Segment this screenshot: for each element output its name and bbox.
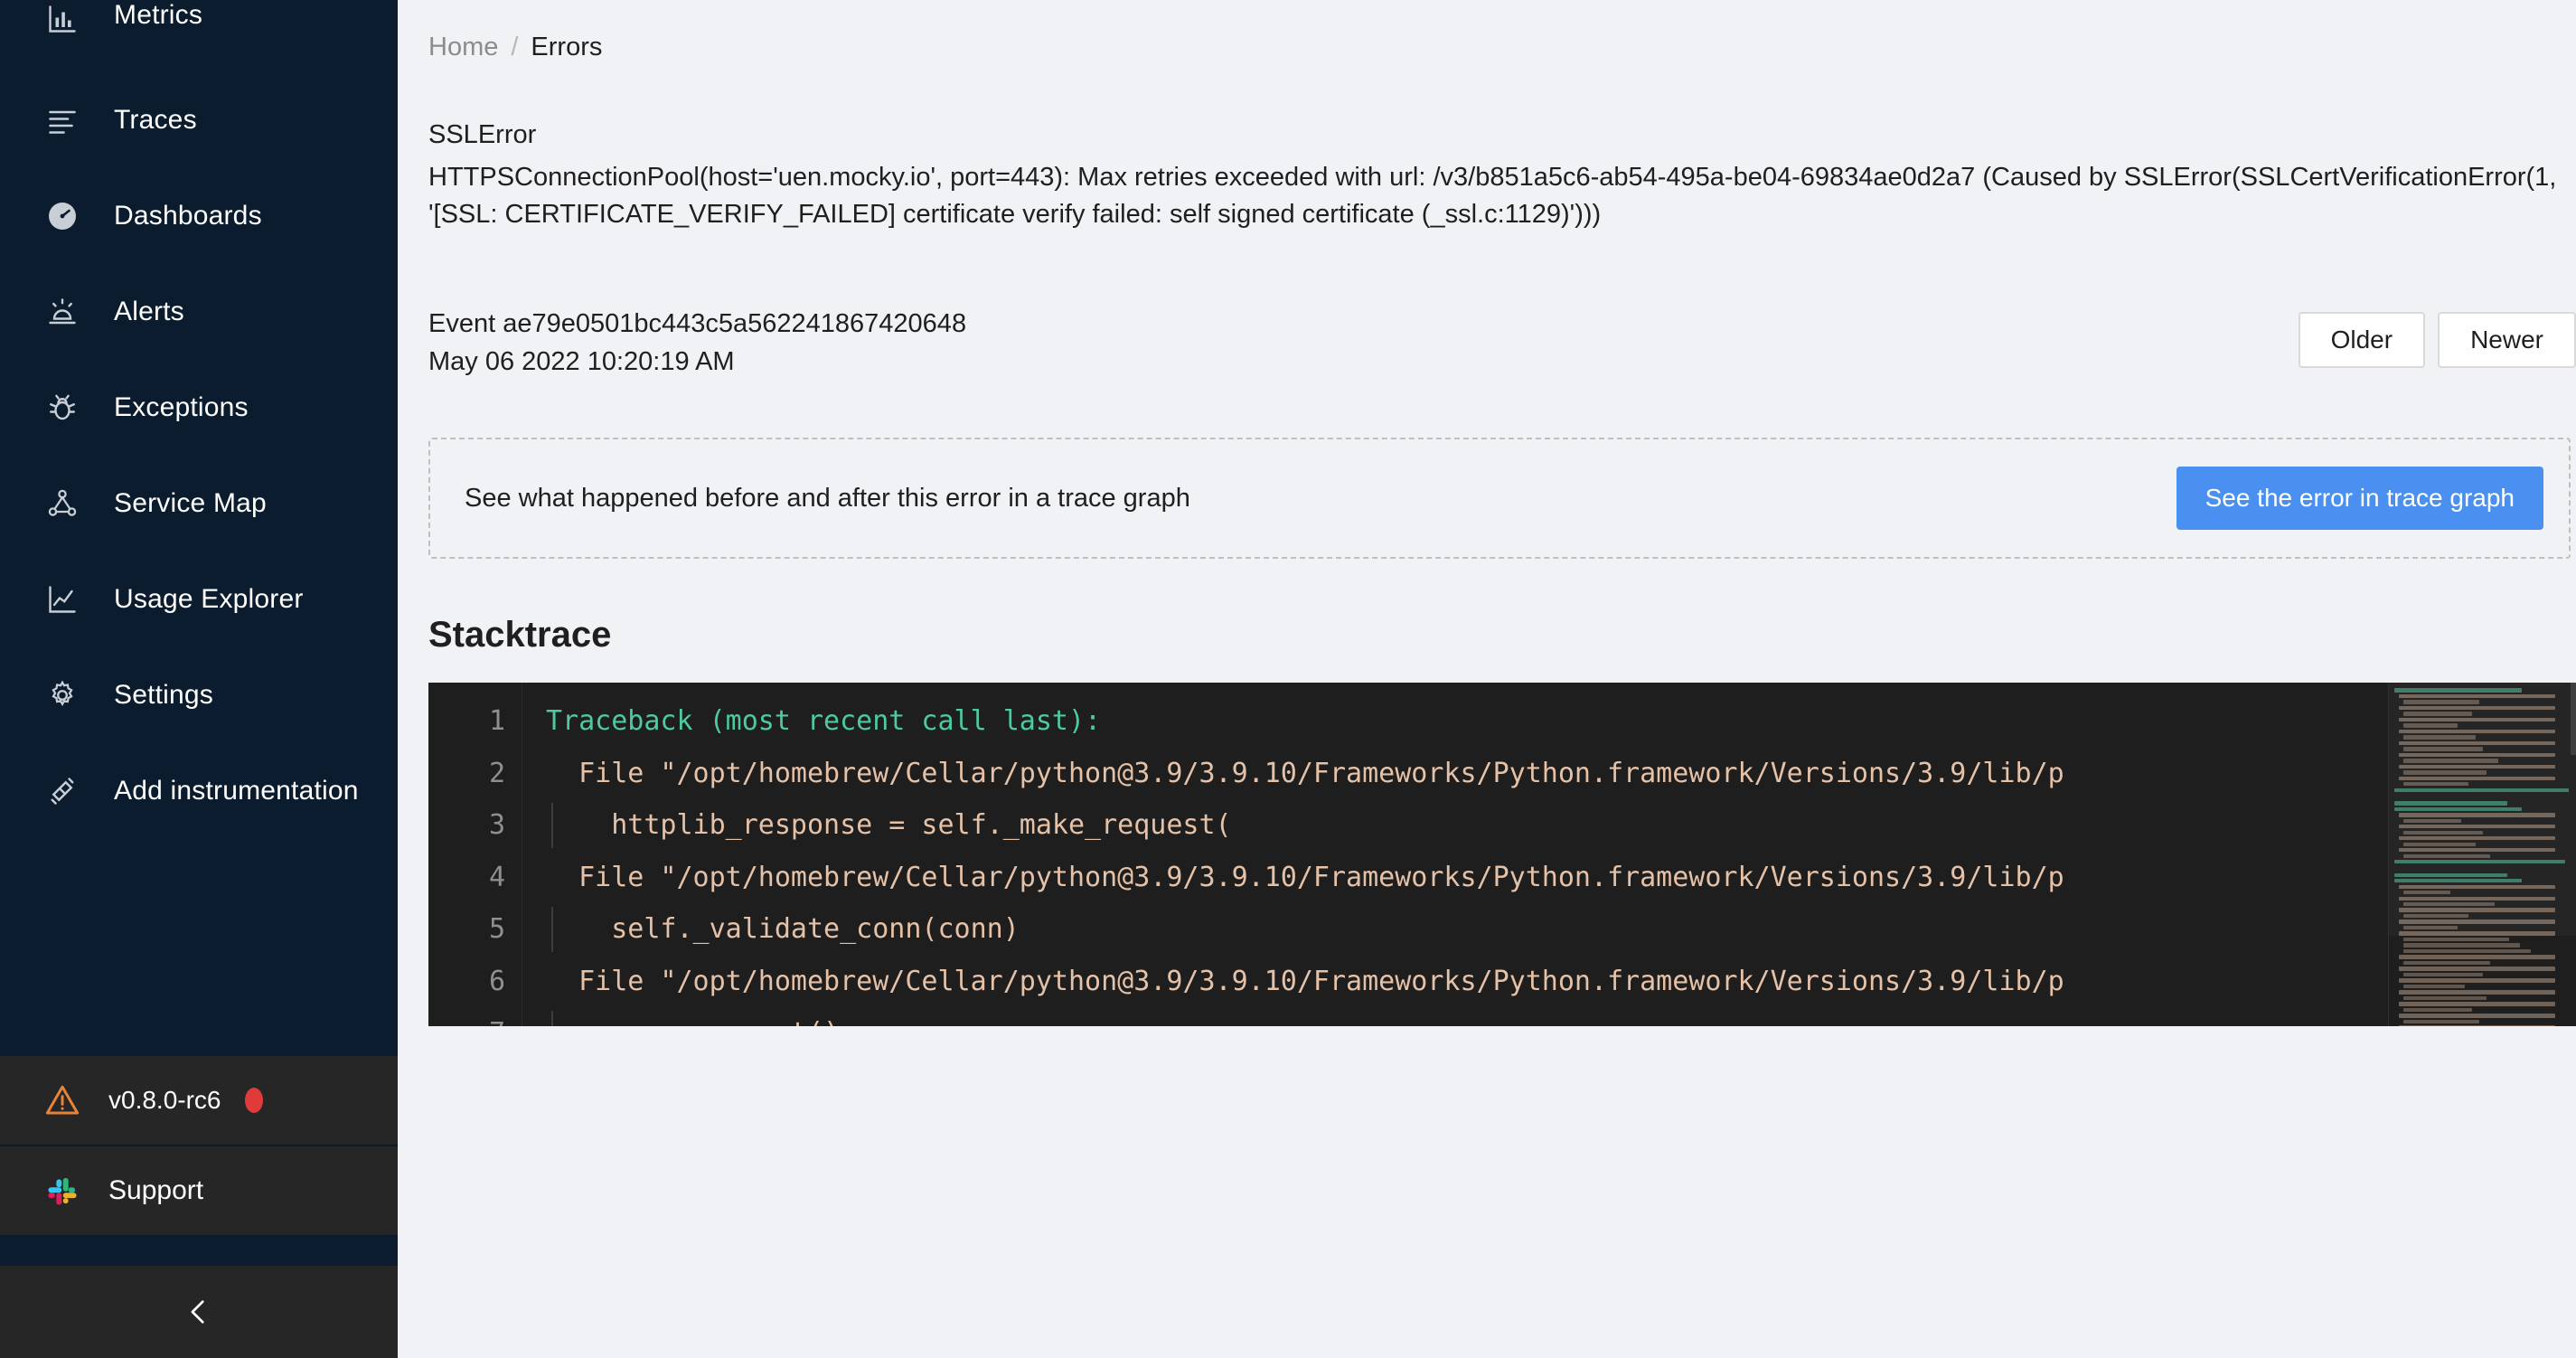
sidebar-divider — [0, 1235, 398, 1266]
breadcrumb: Home / Errors — [428, 0, 2576, 62]
code-minimap-line — [2399, 978, 2555, 983]
error-description: HTTPSConnectionPool(host='uen.mocky.io',… — [428, 163, 2557, 230]
code-line-number: 5 — [488, 913, 505, 946]
code-minimap-slider[interactable] — [2389, 683, 2576, 936]
sidebar-item-alerts[interactable]: Alerts — [0, 264, 398, 360]
code-minimap-line — [2403, 995, 2487, 1001]
code-line-number: 6 — [488, 965, 505, 997]
code-minimap-line — [2399, 955, 2555, 959]
event-id: Event ae79e0501bc443c5a562241867420648 — [428, 308, 967, 338]
code-minimap-line — [2399, 990, 2555, 995]
node-graph-icon — [43, 485, 81, 523]
sidebar-item-label: Dashboards — [114, 201, 262, 231]
code-line-number: 2 — [488, 757, 505, 789]
code-minimap-line — [2403, 960, 2491, 966]
sidebar-item-usage-explorer[interactable]: Usage Explorer — [0, 552, 398, 647]
chevron-left-icon — [183, 1297, 214, 1327]
code-minimap-line — [2399, 1014, 2555, 1018]
event-pager: Older Newer — [2298, 305, 2576, 368]
gauge-icon — [43, 197, 81, 235]
newer-button[interactable]: Newer — [2438, 311, 2576, 368]
sidebar-item-traces[interactable]: Traces — [0, 72, 398, 168]
sidebar-item-settings[interactable]: Settings — [0, 647, 398, 743]
list-lines-icon — [43, 101, 81, 139]
gear-icon — [43, 676, 81, 714]
stacktrace-heading: Stacktrace — [428, 615, 612, 655]
update-available-badge — [244, 1088, 263, 1113]
event-meta: Event ae79e0501bc443c5a562241867420648 M… — [428, 305, 966, 382]
sidebar-item-label: Usage Explorer — [114, 584, 304, 614]
sidebar-nav: Metrics Traces Dashboards Alerts Excepti… — [0, 0, 398, 839]
code-line: httplib_response = self._make_request( — [546, 799, 2576, 852]
sidebar-item-label: Traces — [114, 105, 197, 135]
code-line: conn.connect() — [546, 1007, 2576, 1027]
code-minimap[interactable] — [2388, 683, 2576, 1027]
version-row[interactable]: v0.8.0-rc6 — [0, 1056, 398, 1145]
code-line-number: 7 — [428, 1007, 522, 1026]
breadcrumb-home-link[interactable]: Home — [428, 33, 498, 62]
code-minimap-line — [2399, 967, 2555, 971]
error-title: SSLError — [428, 120, 537, 149]
breadcrumb-separator: / — [511, 33, 519, 61]
code-minimap-line — [2403, 937, 2509, 942]
older-button[interactable]: Older — [2298, 311, 2426, 368]
sidebar-item-service-map[interactable]: Service Map — [0, 456, 398, 552]
code-line: self._validate_conn(conn) — [546, 903, 2576, 956]
line-chart-icon — [43, 580, 81, 618]
siren-icon — [43, 293, 81, 331]
trace-banner-text: See what happened before and after this … — [465, 483, 1190, 513]
event-timestamp: May 06 2022 10:20:19 AM — [428, 347, 735, 377]
error-summary: SSLError HTTPSConnectionPool(host='uen.m… — [428, 117, 2576, 234]
sidebar-collapse-button[interactable] — [0, 1266, 398, 1358]
sidebar-item-label: Settings — [114, 680, 213, 710]
code-line: Traceback (most recent call last): — [546, 705, 1102, 738]
code-minimap-line — [2403, 1019, 2480, 1024]
code-lines[interactable]: Traceback (most recent call last): File … — [522, 683, 2576, 1027]
stacktrace-code-block[interactable]: 123456789101112 Traceback (most recent c… — [428, 683, 2576, 1027]
code-vertical-scrollbar[interactable] — [2571, 683, 2576, 756]
sidebar-item-label: Add instrumentation — [114, 776, 359, 806]
support-row[interactable]: Support — [0, 1145, 398, 1235]
code-minimap-line — [2399, 1025, 2555, 1027]
code-minimap-line — [2399, 1002, 2555, 1006]
code-line: File "/opt/homebrew/Cellar/python@3.9/3.… — [546, 757, 2064, 789]
sidebar-item-add-instrumentation[interactable]: Add instrumentation — [0, 743, 398, 839]
bar-chart-icon — [43, 0, 81, 38]
code-line: File "/opt/homebrew/Cellar/python@3.9/3.… — [546, 965, 2064, 997]
sidebar-footer: v0.8.0-rc6 Support — [0, 1056, 398, 1358]
breadcrumb-current: Errors — [531, 33, 603, 61]
app-root: Metrics Traces Dashboards Alerts Excepti… — [0, 0, 2576, 1358]
code-minimap-line — [2403, 972, 2484, 977]
code-minimap-line — [2403, 1007, 2473, 1013]
trace-graph-banner: See what happened before and after this … — [428, 438, 2571, 560]
code-line-number: 3 — [488, 809, 505, 842]
code-line-numbers: 123456789101112 — [428, 683, 522, 1027]
sidebar-item-dashboards[interactable]: Dashboards — [0, 168, 398, 264]
sidebar-item-label: Exceptions — [114, 392, 249, 422]
warning-triangle-icon — [43, 1081, 81, 1119]
plug-icon — [43, 772, 81, 810]
main-content: Home / Errors SSLError HTTPSConnectionPo… — [398, 0, 2576, 1358]
support-label: Support — [108, 1175, 204, 1205]
sidebar-item-label: Service Map — [114, 488, 267, 518]
sidebar-item-metrics[interactable]: Metrics — [0, 0, 398, 72]
see-error-in-trace-graph-button[interactable]: See the error in trace graph — [2176, 467, 2543, 531]
version-label: v0.8.0-rc6 — [108, 1086, 221, 1114]
code-minimap-line — [2403, 984, 2466, 989]
code-line: File "/opt/homebrew/Cellar/python@3.9/3.… — [546, 861, 2064, 893]
sidebar-item-label: Metrics — [114, 0, 203, 30]
bug-icon — [43, 389, 81, 427]
code-line-number: 1 — [488, 705, 505, 738]
sidebar: Metrics Traces Dashboards Alerts Excepti… — [0, 0, 398, 1358]
sidebar-item-exceptions[interactable]: Exceptions — [0, 360, 398, 456]
slack-icon — [43, 1172, 81, 1210]
code-minimap-line — [2403, 943, 2520, 948]
event-row: Event ae79e0501bc443c5a562241867420648 M… — [428, 305, 2576, 382]
sidebar-item-label: Alerts — [114, 297, 184, 326]
code-minimap-line — [2403, 948, 2531, 954]
code-line-number: 4 — [488, 861, 505, 893]
